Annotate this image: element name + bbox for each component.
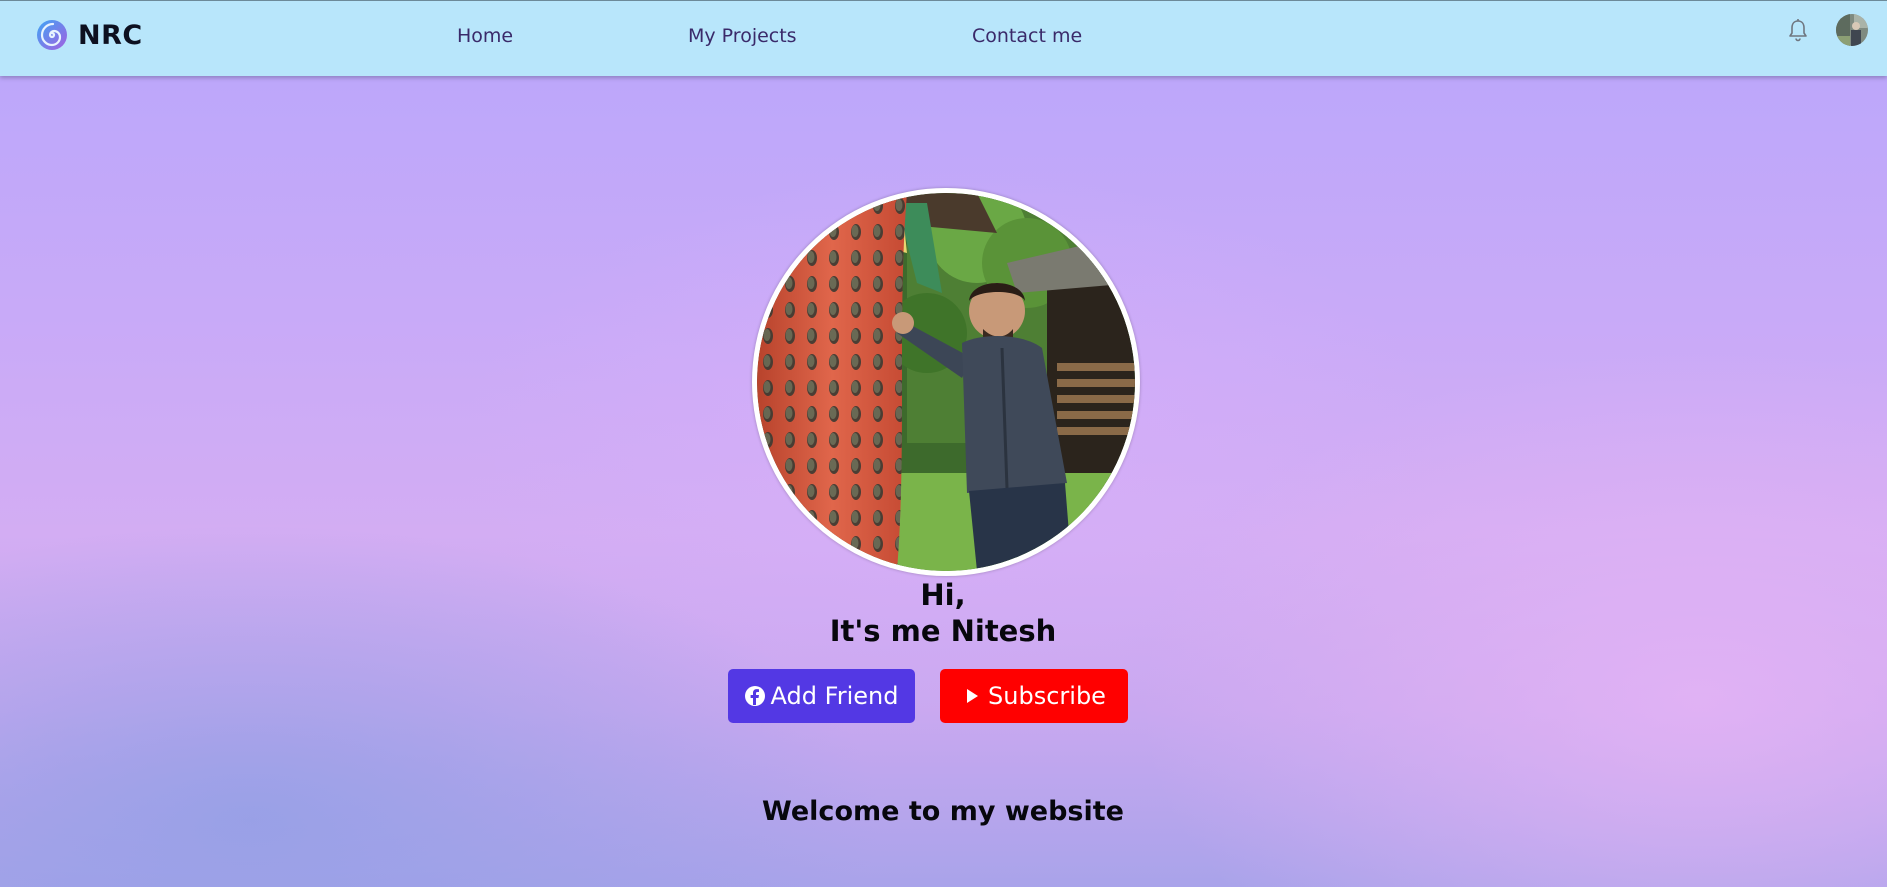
- greeting-hi: Hi,: [920, 578, 966, 612]
- user-avatar[interactable]: [1836, 14, 1868, 46]
- nav-link-contact[interactable]: Contact me: [972, 25, 1082, 47]
- bell-icon[interactable]: [1786, 18, 1810, 44]
- brand-name: NRC: [78, 19, 143, 51]
- nav-link-home[interactable]: Home: [457, 25, 513, 47]
- avatar-image: [1836, 14, 1868, 46]
- subscribe-label: Subscribe: [988, 682, 1106, 710]
- spiral-logo-icon: [37, 20, 67, 50]
- profile-photo-image: [757, 193, 1135, 571]
- welcome-heading: Welcome to my website: [762, 796, 1124, 827]
- hero-greeting: Hi, It's me Nitesh: [743, 577, 1143, 649]
- brand[interactable]: NRC: [36, 17, 143, 53]
- greeting-name: It's me Nitesh: [829, 614, 1057, 648]
- subscribe-button[interactable]: Subscribe: [940, 669, 1128, 723]
- play-icon: [962, 686, 982, 706]
- nav-link-my-projects[interactable]: My Projects: [688, 25, 797, 47]
- add-friend-button[interactable]: Add Friend: [728, 669, 915, 723]
- facebook-icon: [744, 686, 765, 706]
- top-navbar: NRC Home My Projects Contact me: [0, 0, 1887, 76]
- add-friend-label: Add Friend: [770, 682, 899, 710]
- profile-photo: [752, 188, 1140, 576]
